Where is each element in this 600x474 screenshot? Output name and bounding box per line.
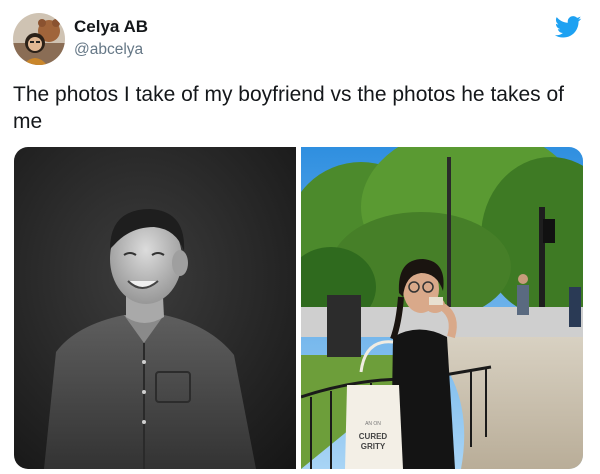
bag-text-sub: GRITY xyxy=(361,442,386,451)
author-handle[interactable]: @abcelya xyxy=(74,41,143,59)
bag-text-top: AN ON xyxy=(365,421,381,427)
photo-man-black-and-white[interactable] xyxy=(14,147,296,469)
tweet-card: Celya AB @abcelya The photos I take of m… xyxy=(0,0,600,474)
bag-text-main: CURED xyxy=(359,432,388,441)
avatar-image xyxy=(13,13,65,65)
tweet-media[interactable]: AN ON CURED GRITY xyxy=(14,147,583,469)
avatar[interactable] xyxy=(13,13,65,65)
author-name[interactable]: Celya AB xyxy=(74,17,148,37)
twitter-bird-icon[interactable] xyxy=(554,16,582,38)
tweet-text: The photos I take of my boyfriend vs the… xyxy=(13,83,564,133)
photo-woman-in-park[interactable]: AN ON CURED GRITY xyxy=(286,147,583,469)
